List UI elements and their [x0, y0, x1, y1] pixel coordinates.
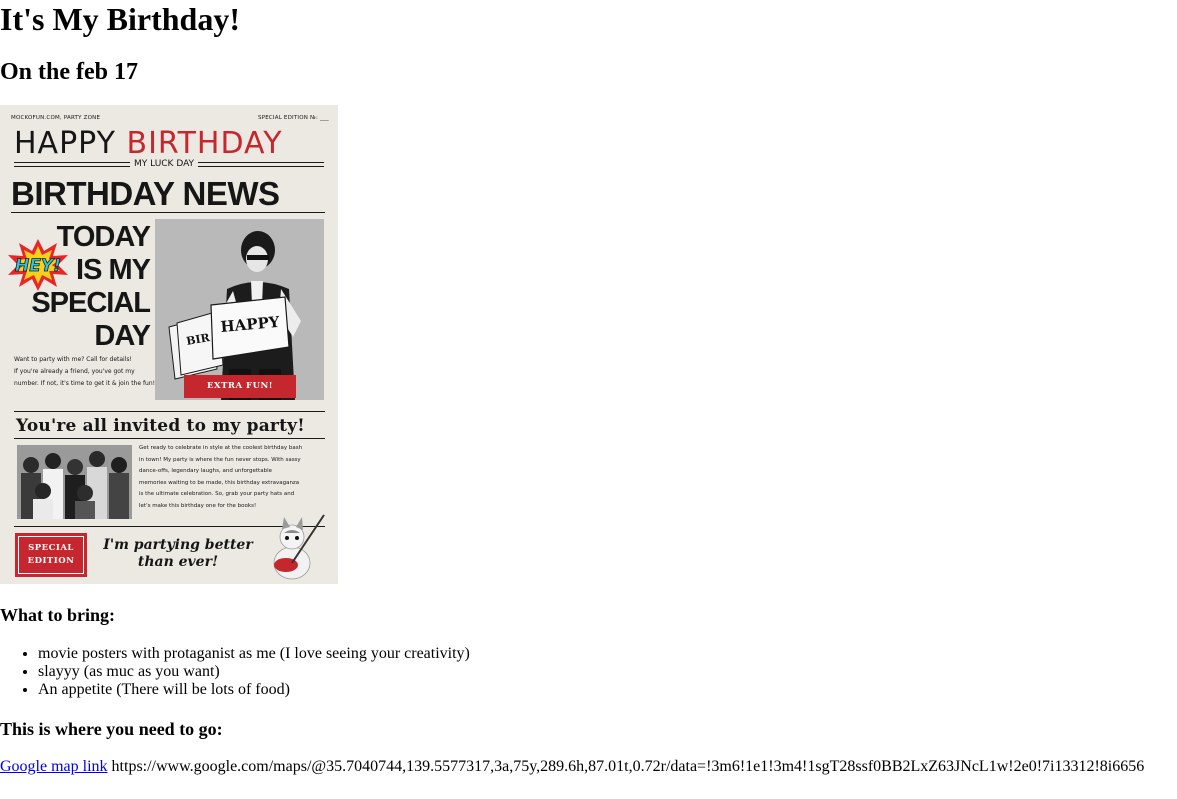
birthday-poster-image: MOCKOFUN.COM, PARTY ZONE SPECIAL EDITION… — [0, 105, 338, 584]
list-item: slayyy (as muc as you want) — [38, 663, 470, 681]
invitation-paragraph: Get ready to celebrate in style at the c… — [139, 443, 302, 513]
google-map-link[interactable]: Google map link — [0, 758, 108, 775]
man-with-newspaper-photo: BIR HAPPY — [155, 219, 324, 400]
extra-fun-badge: EXTRA FUN! — [184, 375, 296, 398]
list-item: An appetite (There will be lots of food) — [38, 681, 470, 699]
big-line: SPECIAL — [31, 287, 151, 319]
map-url-text: https://www.google.com/maps/@35.7040744,… — [111, 758, 1145, 775]
page-subtitle: On the feb 17 — [0, 59, 138, 85]
bring-list: movie posters with protaganist as me (I … — [0, 645, 470, 699]
special-edition-badge: SPECIAL EDITION — [15, 533, 87, 577]
location-heading: This is where you need to go: — [0, 719, 223, 739]
big-line: DAY — [94, 320, 151, 352]
blurb-line: Want to party with me? Call for details! — [14, 356, 132, 363]
paragraph-line: dance-offs, legendary laughs, and unforg… — [139, 468, 272, 475]
paragraph-line: in town! My party is where the fun never… — [139, 456, 301, 463]
poster-big-text: TODAY IS MY SPECIAL DAY — [20, 221, 151, 353]
poster-tagline: MY LUCK DAY — [130, 159, 199, 169]
poster-masthead-right: SPECIAL EDITION №: ___ — [258, 115, 329, 121]
partying-line-1: I'm partying better — [103, 537, 253, 553]
location-line: Google map link https://www.google.com/m… — [0, 758, 1144, 776]
group-party-photo — [17, 445, 132, 519]
what-to-bring-heading: What to bring: — [0, 605, 116, 625]
poster-birthday-word: BIRTHDAY — [126, 126, 283, 161]
big-line: IS MY — [76, 254, 151, 286]
poster-blurb: Want to party with me? Call for details!… — [14, 354, 155, 390]
poster-rule — [11, 212, 325, 213]
poster-rule — [14, 411, 325, 412]
special-line-1: SPECIAL — [28, 543, 74, 553]
paragraph-line: Get ready to celebrate in style at the c… — [139, 445, 303, 451]
poster-happy-word: HAPPY — [14, 126, 116, 161]
blurb-line: If you're already a friend, you've got m… — [14, 368, 135, 375]
paragraph-line: memories waiting to be made, this birthd… — [139, 479, 300, 486]
partying-text: I'm partying better than ever! — [98, 537, 258, 571]
page-title: It's My Birthday! — [0, 1, 240, 37]
paragraph-line: is the ultimate celebration. So, grab yo… — [139, 491, 295, 498]
poster-happy-birthday: HAPPY BIRTHDAY — [14, 129, 283, 159]
list-item: movie posters with protaganist as me (I … — [38, 645, 470, 663]
special-line-2: EDITION — [27, 556, 75, 566]
poster-headline: BIRTHDAY NEWS — [11, 175, 280, 212]
partying-line-2: than ever! — [137, 554, 219, 570]
poster-rule — [14, 438, 325, 439]
invited-heading: You're all invited to my party! — [16, 416, 305, 436]
big-line: TODAY — [56, 221, 151, 253]
cat-guitar-icon — [273, 514, 325, 580]
blurb-line: number. If not, it's time to get it & jo… — [14, 380, 156, 387]
poster-masthead-left: MOCKOFUN.COM, PARTY ZONE — [11, 115, 101, 121]
